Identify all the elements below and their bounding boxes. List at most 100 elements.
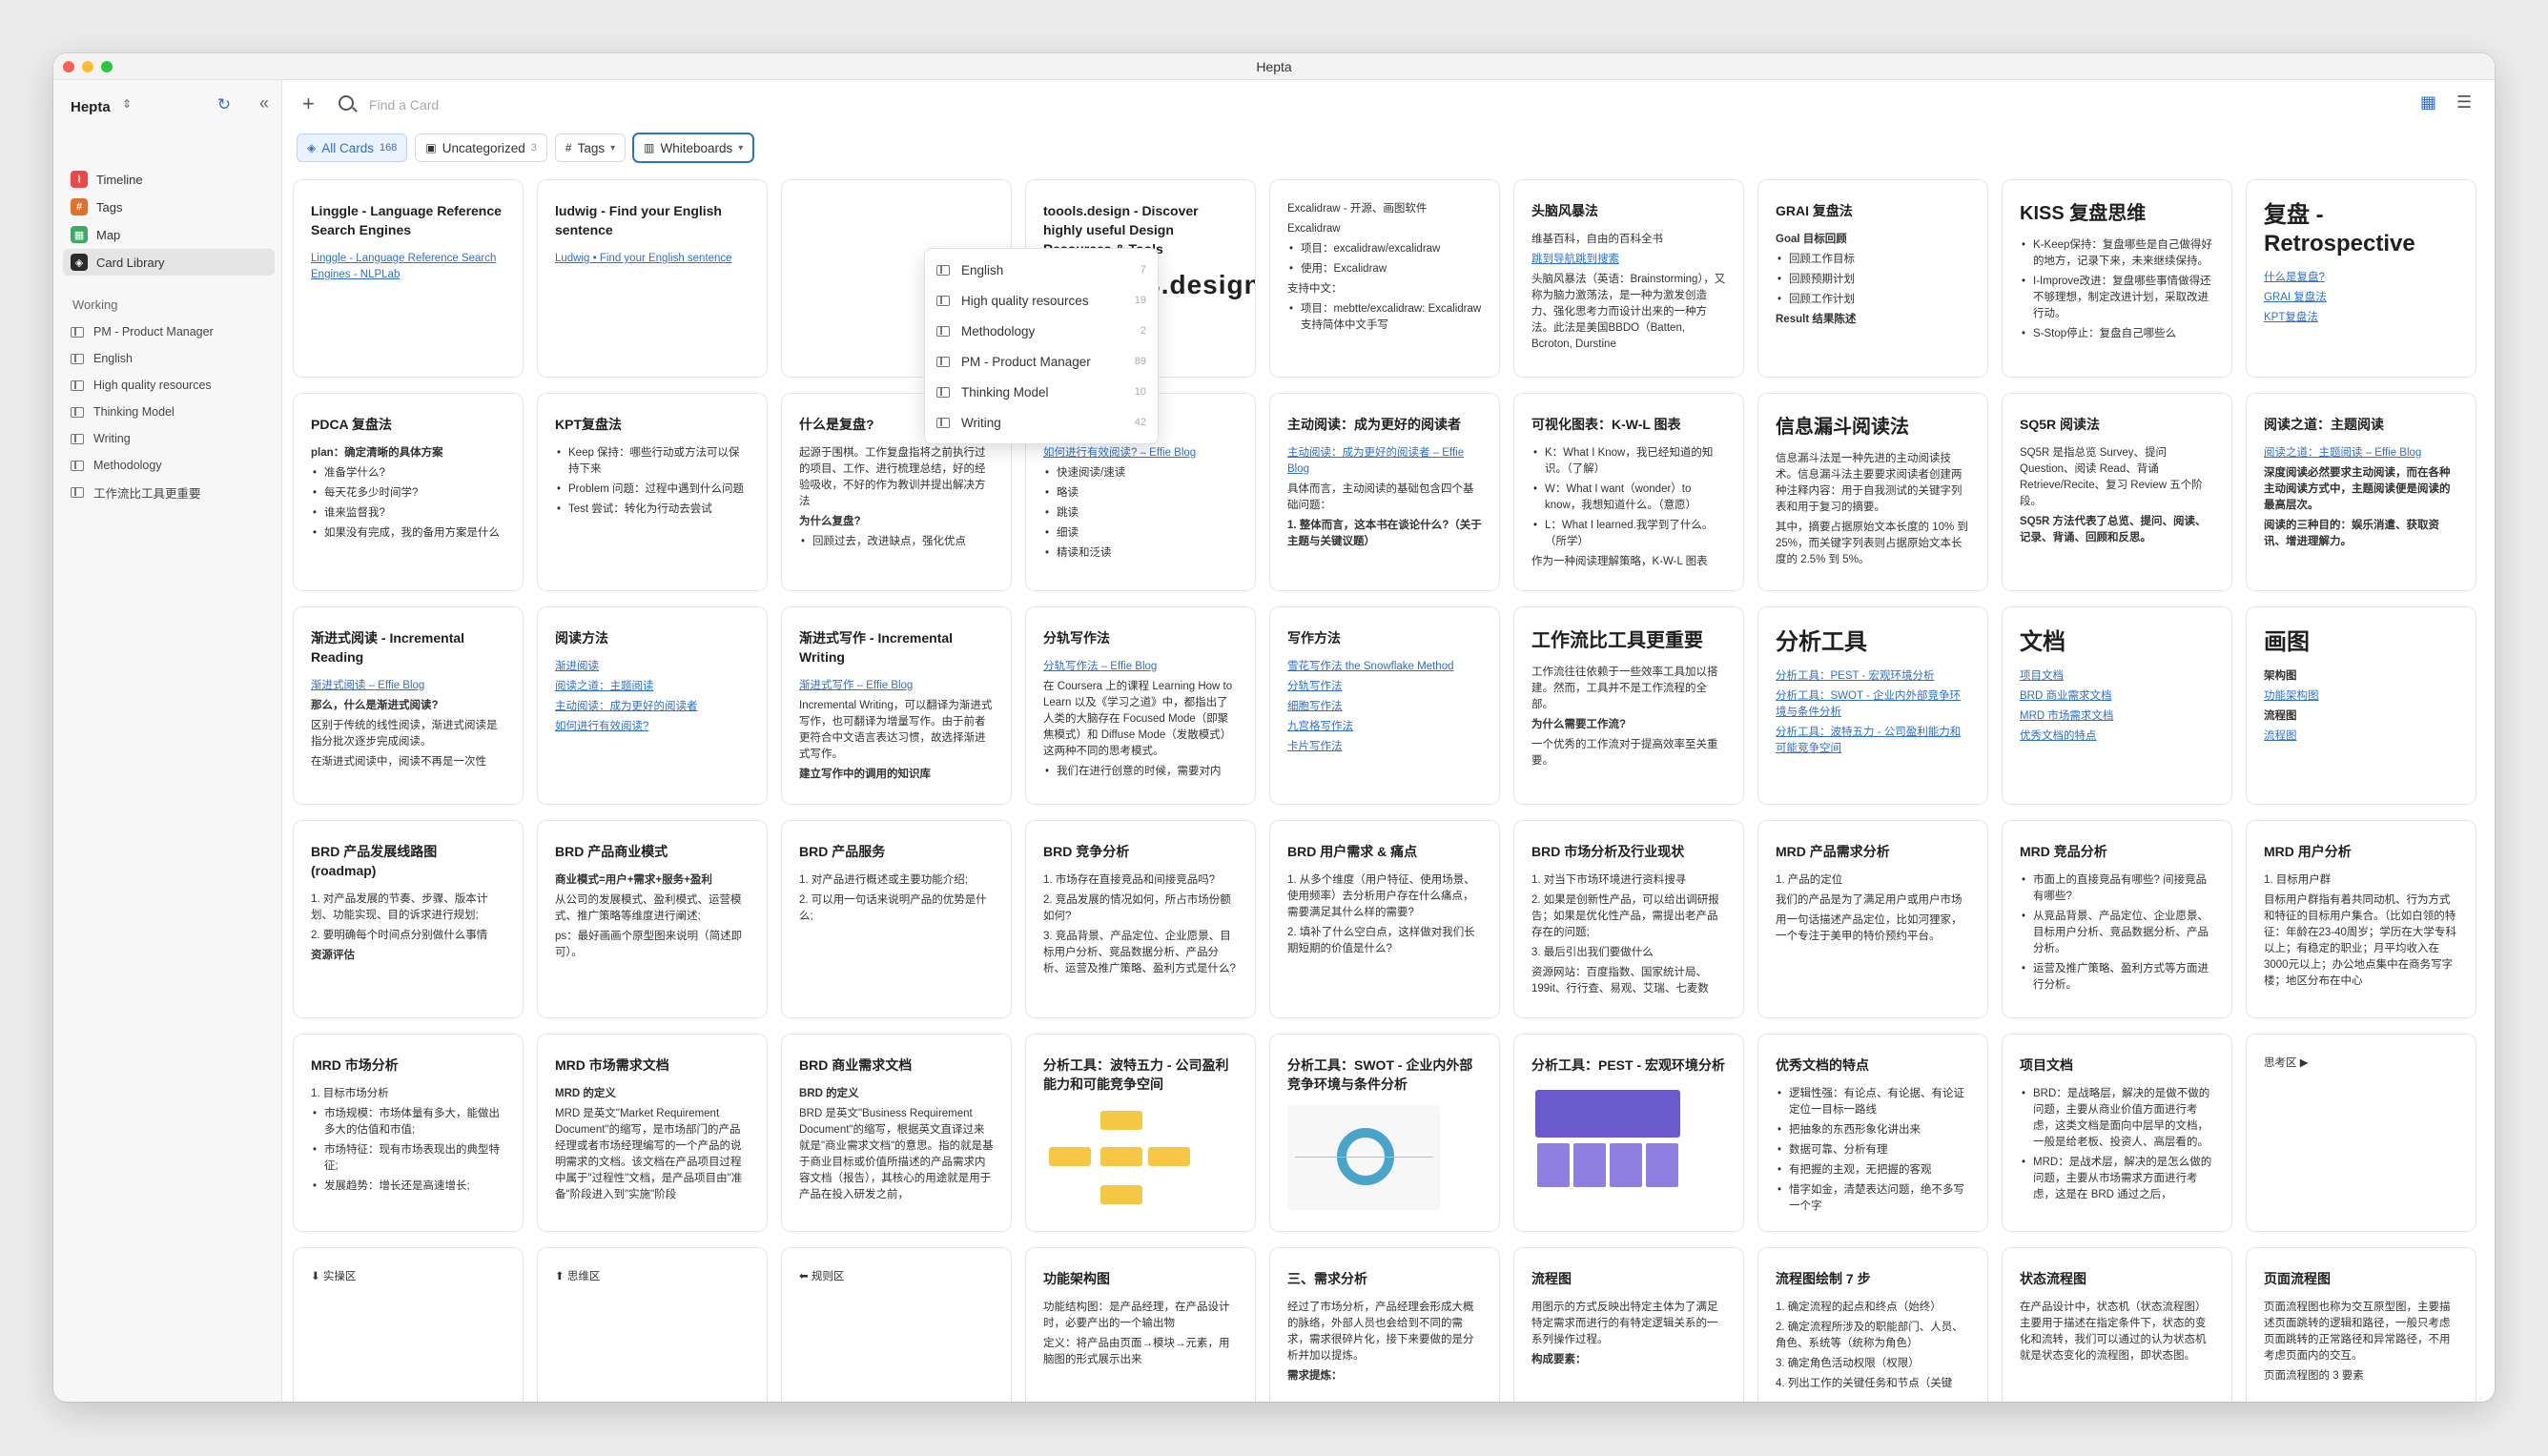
card[interactable]: 阅读方法 渐进阅读 阅读之道：主题阅读 主动阅读：成为更好的阅读者 如何进行有效阅读? [537, 606, 768, 805]
sidebar-item-map[interactable]: ▦ Map [63, 221, 275, 248]
card[interactable]: 渐进式阅读 - Incremental Reading 渐进式阅读 – Effie… [293, 606, 524, 805]
sync-icon[interactable]: ↻ [214, 95, 235, 116]
card[interactable]: 阅读之道：主题阅读 阅读之道：主题阅读 – Effie Blog 深度阅读必然要求主… [2246, 393, 2476, 591]
card-link[interactable]: 分轨写作法 – Effie Blog [1043, 659, 1238, 675]
sidebar-whiteboard-item[interactable]: Thinking Model [63, 399, 275, 425]
card[interactable]: BRD 产品发展线路图 (roadmap) 1. 对产品发展的节奏、步骤、版本计划… [293, 820, 524, 1018]
card[interactable]: 主动阅读：成为更好的阅读者 主动阅读：成为更好的阅读者 – Effie Blog 具… [1269, 393, 1500, 591]
card[interactable]: 页面流程图 页面流程图也称为交互原型图，主要描述页面跳转的逻辑和路径，一般只考虑页… [2246, 1247, 2476, 1402]
dropdown-item[interactable]: PM - Product Manager 89 [925, 346, 1158, 377]
sidebar-item-timeline[interactable]: ⌇ Timeline [63, 166, 275, 193]
card[interactable]: BRD 市场分析及行业现状 1. 对当下市场环境进行资料搜寻 2. 如果是创新性产品… [1513, 820, 1744, 1018]
card[interactable]: 复盘 - Retrospective 什么是复盘? GRAI 复盘法 KPT复盘法 [2246, 179, 2476, 378]
card[interactable]: MRD 用户分析 1. 目标用户群 目标用户群指有着共同动机、行为方式和特征的目标用… [2246, 820, 2476, 1018]
card[interactable]: 思考区 ▶ [2246, 1034, 2476, 1232]
list-view-icon[interactable]: ☰ [2456, 93, 2474, 111]
card[interactable]: MRD 市场需求文档 MRD 的定义 MRD 是英文"Market Requirem… [537, 1034, 768, 1232]
card[interactable]: MRD 竞品分析市面上的直接竞品有哪些? 间接竞品有哪些? 从竞品背景、产品定位、… [2002, 820, 2232, 1018]
card-link[interactable]: 渐进式写作 – Effie Blog [799, 678, 994, 694]
card-link[interactable]: 九宫格写作法 [1287, 719, 1482, 735]
card[interactable]: BRD 竞争分析 1. 市场存在直接竞品和间接竞品吗? 2. 竞品发展的情况如何，所… [1025, 820, 1256, 1018]
card-link[interactable]: 如何进行有效阅读? [555, 719, 750, 735]
uncategorized-filter[interactable]: ▣ Uncategorized 3 [415, 133, 547, 162]
card[interactable]: 优秀文档的特点逻辑性强：有论点、有论据、有论证 定位一目标一路线把抽象的东西形象… [1757, 1034, 1988, 1232]
card-link[interactable]: KPT复盘法 [2264, 310, 2458, 326]
card-link[interactable]: 跳到导航跳到搜索 [1531, 252, 1726, 268]
whiteboards-filter[interactable]: ▥ Whiteboards ▾ [633, 133, 754, 162]
dropdown-item[interactable]: Methodology 2 [925, 316, 1158, 346]
card-link[interactable]: BRD 商业需求文档 [2020, 688, 2214, 705]
card[interactable]: 流程图绘制 7 步 1. 确定流程的起点和终点（始终） 2. 确定流程所涉及的职能部… [1757, 1247, 1988, 1402]
card[interactable]: 项目文档 BRD：是战略层，解决的是做不做的问题，主要从商业价值方面进行考虑，这类… [2002, 1034, 2232, 1232]
card-link[interactable]: 渐进式阅读 – Effie Blog [311, 678, 505, 694]
card-link[interactable]: 功能架构图 [2264, 688, 2458, 705]
grid-view-icon[interactable]: ▦ [2420, 93, 2437, 111]
card[interactable]: 文档 项目文档 BRD 商业需求文档 MRD 市场需求文档 优秀文档的特点 [2002, 606, 2232, 805]
card-link[interactable]: 阅读之道：主题阅读 – Effie Blog [2264, 445, 2458, 461]
card-link[interactable]: 卡片写作法 [1287, 739, 1482, 755]
card[interactable]: 写作方法 雪花写作法 the Snowflake Method 分轨写作法 细胞写作法… [1269, 606, 1500, 805]
sidebar-item-card-library[interactable]: ◈ Card Library [63, 249, 275, 276]
card[interactable]: MRD 市场分析 1. 目标市场分析市场规模：市场体量有多大，能做出多大的估值和市… [293, 1034, 524, 1232]
tags-filter[interactable]: # Tags ▾ [554, 133, 627, 162]
card[interactable]: 三、需求分析 经过了市场分析，产品经理会形成大概的脉络，外部人员也会给到不同的需求… [1269, 1247, 1500, 1402]
sidebar-item-tags[interactable]: # Tags [63, 194, 275, 220]
card[interactable]: 功能架构图 功能结构图：是产品经理，在产品设计时，必要产出的一个输出物 定义：将产品… [1025, 1247, 1256, 1402]
card-link[interactable]: 阅读之道：主题阅读 [555, 679, 750, 695]
card[interactable]: 分析工具：SWOT - 企业内外部竞争环境与条件分析 [1269, 1034, 1500, 1232]
card-link[interactable]: 分析工具：SWOT - 企业内外部竞争环境与条件分析 [1776, 688, 1970, 721]
all-cards-filter[interactable]: ◈ All Cards 168 [297, 133, 408, 162]
card[interactable]: KPT复盘法 Keep 保持：哪些行动或方法可以保持下来 Problem 问题：过程… [537, 393, 768, 591]
card[interactable]: 流程图 用图示的方式反映出特定主体为了满足特定需求而进行的有特定逻辑关系的一系列操… [1513, 1247, 1744, 1402]
card[interactable]: ludwig - Find your English sentence Ludwi… [537, 179, 768, 378]
card-link[interactable]: 细胞写作法 [1287, 699, 1482, 715]
card[interactable]: 画图 架构图 功能架构图 流程图 流程图 [2246, 606, 2476, 805]
card[interactable]: Linggle - Language Reference Search Engi… [293, 179, 524, 378]
card[interactable]: BRD 商业需求文档 BRD 的定义 BRD 是英文"Business Requir… [781, 1034, 1012, 1232]
card-link[interactable]: MRD 市场需求文档 [2020, 708, 2214, 725]
card[interactable]: 可视化图表：K-W-L 图表 K：What I Know，我已经知道的知识。（了解… [1513, 393, 1744, 591]
card[interactable]: GRAI 复盘法 Goal 目标回顾回顾工作目标回顾预期计划回顾工作计划 Resul… [1757, 179, 1988, 378]
card[interactable]: 工作流比工具更重要 工作流往往依赖于一些效率工具加以搭建。然而，工具并不是工作流程… [1513, 606, 1744, 805]
card-link[interactable]: 分轨写作法 [1287, 679, 1482, 695]
card-link[interactable]: GRAI 复盘法 [2264, 290, 2458, 306]
sidebar-whiteboard-item[interactable]: PM - Product Manager [63, 318, 275, 345]
search-icon[interactable] [339, 95, 354, 111]
card[interactable]: ⬅ 规则区 [781, 1247, 1012, 1402]
card[interactable]: 状态流程图 在产品设计中，状态机（状态流程图）主要用于描述在指定条件下，状态的变化… [2002, 1247, 2232, 1402]
card-link[interactable]: Ludwig • Find your English sentence [555, 251, 750, 267]
card[interactable]: 渐进式写作 - Incremental Writing 渐进式写作 – Effie… [781, 606, 1012, 805]
card[interactable]: 信息漏斗阅读法 信息漏斗法是一种先进的主动阅读技术。信息漏斗法主要要求阅读者创建两… [1757, 393, 1988, 591]
dropdown-item[interactable]: High quality resources 19 [925, 285, 1158, 316]
card[interactable]: 头脑风暴法 维基百科，自由的百科全书 跳到导航跳到搜索 头脑风暴法（英语：Brains… [1513, 179, 1744, 378]
card-link[interactable]: Linggle - Language Reference Search Engi… [311, 251, 505, 283]
card-link[interactable]: 优秀文档的特点 [2020, 728, 2214, 745]
collapse-sidebar-icon[interactable]: « [254, 93, 275, 114]
workspace-switcher-icon[interactable]: ⇕ [122, 97, 132, 111]
add-card-icon[interactable]: + [302, 92, 315, 116]
dropdown-item[interactable]: Writing 42 [925, 407, 1158, 438]
sidebar-whiteboard-item[interactable]: English [63, 345, 275, 372]
card-link[interactable]: 如何进行有效阅读? – Effie Blog [1043, 445, 1238, 461]
card[interactable]: Excalidraw - 开源、画图软件 Excalidraw 项目：excalid… [1269, 179, 1500, 378]
card-link[interactable]: 主动阅读：成为更好的阅读者 – Effie Blog [1287, 445, 1482, 478]
card[interactable]: 分轨写作法 分轨写作法 – Effie Blog 在 Coursera 上的课程 L… [1025, 606, 1256, 805]
card[interactable]: 分析工具：PEST - 宏观环境分析 [1513, 1034, 1744, 1232]
workspace-name[interactable]: Hepta [71, 99, 111, 115]
card[interactable]: ⬆ 思维区 [537, 1247, 768, 1402]
card[interactable]: MRD 产品需求分析 1. 产品的定位 我们的产品是为了满足用户或用户市场 用一句话描… [1757, 820, 1988, 1018]
search-input[interactable] [369, 93, 655, 116]
card-link[interactable]: 雪花写作法 the Snowflake Method [1287, 659, 1482, 675]
sidebar-whiteboard-item[interactable]: 工作流比工具更重要 [63, 479, 275, 505]
card[interactable]: PDCA 复盘法 plan：确定清晰的具体方案准备学什么? 每天花多少时间学? 谁来监… [293, 393, 524, 591]
card-link[interactable]: 渐进阅读 [555, 659, 750, 675]
card-link[interactable]: 什么是复盘? [2264, 270, 2458, 286]
dropdown-item[interactable]: English 7 [925, 255, 1158, 285]
card[interactable]: KISS 复盘思维 K-Keep保持：复盘哪些是自己做得好的地方，记录下来，未来继… [2002, 179, 2232, 378]
card[interactable]: BRD 用户需求 & 痛点 1. 从多个维度（用户特征、使用场景、使用频率）去分析… [1269, 820, 1500, 1018]
card-link[interactable]: 主动阅读：成为更好的阅读者 [555, 699, 750, 715]
card[interactable]: 分析工具 分析工具：PEST - 宏观环境分析 分析工具：SWOT - 企业内外部竞… [1757, 606, 1988, 805]
card[interactable]: BRD 产品服务 1. 对产品进行概述或主要功能介绍; 2. 可以用一句话来说明产品… [781, 820, 1012, 1018]
card[interactable]: SQ5R 阅读法 SQ5R 是指总览 Survey、提问 Question、阅读 … [2002, 393, 2232, 591]
card[interactable]: BRD 产品商业模式 商业模式=用户+需求+服务+盈利 从公司的发展模式、盈利模式、… [537, 820, 768, 1018]
